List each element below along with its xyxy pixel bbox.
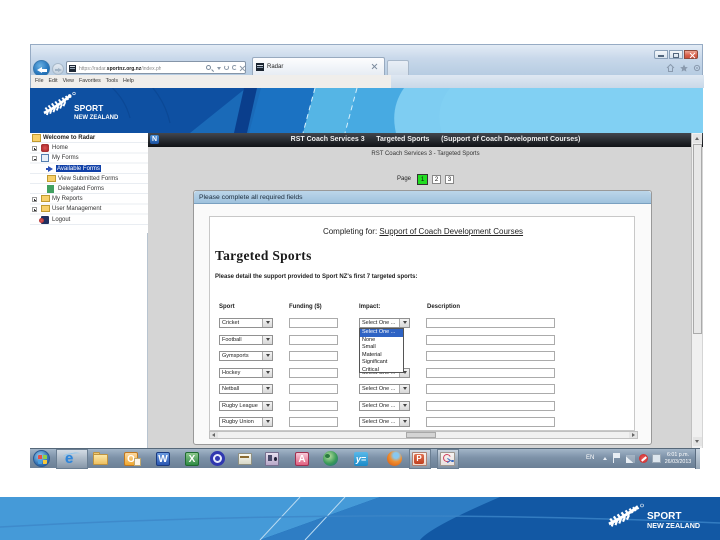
svg-text:SPORT: SPORT xyxy=(74,103,104,113)
svg-text:NEW ZEALAND: NEW ZEALAND xyxy=(647,521,700,530)
svg-text:NEW ZEALAND: NEW ZEALAND xyxy=(74,115,119,121)
